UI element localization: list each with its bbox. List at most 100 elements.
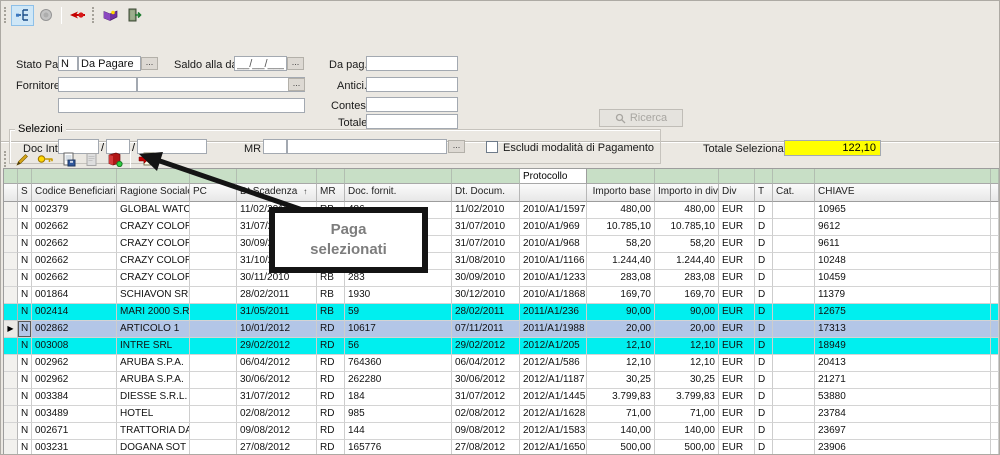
row-selector-cell[interactable]: [4, 355, 18, 372]
cell[interactable]: EUR: [719, 202, 755, 219]
cell[interactable]: [773, 372, 815, 389]
cell[interactable]: D: [755, 253, 773, 270]
cell[interactable]: EUR: [719, 372, 755, 389]
cell[interactable]: EUR: [719, 423, 755, 440]
stato-pag-code-input[interactable]: [58, 56, 78, 71]
cell[interactable]: 2010/A1/1597: [520, 202, 587, 219]
cell[interactable]: 002662: [32, 253, 117, 270]
cell[interactable]: [773, 338, 815, 355]
column-header-cell[interactable]: [4, 184, 18, 202]
cell[interactable]: [991, 219, 999, 236]
cell[interactable]: N: [18, 423, 32, 440]
cell[interactable]: 2012/A1/1445: [520, 389, 587, 406]
cell[interactable]: 20413: [815, 355, 991, 372]
cell[interactable]: 2010/A1/1233: [520, 270, 587, 287]
cell[interactable]: D: [755, 202, 773, 219]
cell[interactable]: N: [18, 389, 32, 406]
cell[interactable]: D: [755, 338, 773, 355]
cell[interactable]: [773, 219, 815, 236]
cell[interactable]: 500,00: [587, 440, 655, 455]
cell[interactable]: EUR: [719, 304, 755, 321]
cell[interactable]: [991, 287, 999, 304]
cell[interactable]: 23697: [815, 423, 991, 440]
row-selector-cell[interactable]: [4, 270, 18, 287]
cell[interactable]: 985: [345, 406, 452, 423]
table-row[interactable]: N003008INTRE SRL29/02/2012RD5629/02/2012…: [4, 338, 1000, 355]
column-header-cat-[interactable]: Cat.: [773, 184, 815, 202]
cell[interactable]: 169,70: [587, 287, 655, 304]
cell[interactable]: INTRE SRL: [117, 338, 190, 355]
cell[interactable]: 003231: [32, 440, 117, 455]
toolbar-grip[interactable]: [92, 7, 95, 23]
cell[interactable]: [773, 236, 815, 253]
row-selector-cell[interactable]: [4, 423, 18, 440]
cell[interactable]: 07/11/2011: [452, 321, 520, 338]
cell[interactable]: 23784: [815, 406, 991, 423]
cell[interactable]: 06/04/2012: [237, 355, 317, 372]
cell[interactable]: 002662: [32, 219, 117, 236]
cell[interactable]: D: [755, 372, 773, 389]
column-header-div[interactable]: Div: [719, 184, 755, 202]
cell[interactable]: N: [18, 440, 32, 455]
cell[interactable]: 10459: [815, 270, 991, 287]
save-document-icon[interactable]: [57, 149, 80, 170]
cell[interactable]: [190, 372, 237, 389]
table-row[interactable]: N002379GLOBAL WATCH11/02/2010RB48611/02/…: [4, 202, 1000, 219]
cell[interactable]: 90,00: [587, 304, 655, 321]
saldo-date-input[interactable]: [234, 56, 287, 71]
cell[interactable]: [190, 270, 237, 287]
cell[interactable]: 9612: [815, 219, 991, 236]
cell[interactable]: EUR: [719, 355, 755, 372]
column-header-pc[interactable]: PC: [190, 184, 237, 202]
column-header-dt-docum-[interactable]: Dt. Docum.: [452, 184, 520, 202]
cell[interactable]: 184: [345, 389, 452, 406]
row-selector-cell[interactable]: [4, 219, 18, 236]
cell[interactable]: 262280: [345, 372, 452, 389]
cell[interactable]: 12,10: [655, 338, 719, 355]
cell[interactable]: D: [755, 236, 773, 253]
cell[interactable]: [991, 372, 999, 389]
cell[interactable]: D: [755, 270, 773, 287]
cell[interactable]: 28/02/2011: [452, 304, 520, 321]
cell[interactable]: 06/04/2012: [452, 355, 520, 372]
document-disabled-icon[interactable]: [80, 149, 103, 170]
cell[interactable]: [991, 270, 999, 287]
table-row[interactable]: N002662CRAZY COLOR31/07/201031/07/201020…: [4, 219, 1000, 236]
cell[interactable]: [773, 423, 815, 440]
cell[interactable]: 002662: [32, 270, 117, 287]
cell[interactable]: [773, 287, 815, 304]
cell[interactable]: 58,20: [655, 236, 719, 253]
column-header-s[interactable]: S: [18, 184, 32, 202]
exit-door-icon[interactable]: [122, 5, 145, 26]
mr-code-input[interactable]: [263, 139, 287, 154]
row-selector-cell[interactable]: [4, 338, 18, 355]
cell[interactable]: 31/07/2010: [452, 219, 520, 236]
cell[interactable]: N: [18, 253, 32, 270]
cell[interactable]: [991, 423, 999, 440]
cell[interactable]: [773, 406, 815, 423]
cell[interactable]: 9611: [815, 236, 991, 253]
column-header-ragione-sociale[interactable]: Ragione Sociale: [117, 184, 190, 202]
cell[interactable]: 2012/A1/586: [520, 355, 587, 372]
cell[interactable]: 10.785,10: [655, 219, 719, 236]
cell[interactable]: D: [755, 219, 773, 236]
row-selector-cell[interactable]: [4, 304, 18, 321]
cell[interactable]: DOGANA SOT: [117, 440, 190, 455]
cell[interactable]: 1.244,40: [655, 253, 719, 270]
table-row[interactable]: N002662CRAZY COLOR30/09/201031/07/201020…: [4, 236, 1000, 253]
fornitore-name-input[interactable]: [137, 77, 305, 92]
table-row[interactable]: N003489HOTEL02/08/2012RD98502/08/2012201…: [4, 406, 1000, 423]
cell[interactable]: CRAZY COLOR: [117, 219, 190, 236]
cell[interactable]: 2012/A1/1187: [520, 372, 587, 389]
cell[interactable]: 500,00: [655, 440, 719, 455]
row-selector-cell[interactable]: [4, 372, 18, 389]
cell[interactable]: CRAZY COLOR: [117, 236, 190, 253]
cell[interactable]: RD: [317, 389, 345, 406]
cell[interactable]: ARUBA S.P.A.: [117, 355, 190, 372]
table-row[interactable]: N002671TRATTORIA DA09/08/2012RD14409/08/…: [4, 423, 1000, 440]
cell[interactable]: GLOBAL WATCH: [117, 202, 190, 219]
cell[interactable]: D: [755, 355, 773, 372]
cell[interactable]: D: [755, 304, 773, 321]
cell[interactable]: RD: [317, 406, 345, 423]
contes-input[interactable]: [366, 97, 458, 112]
